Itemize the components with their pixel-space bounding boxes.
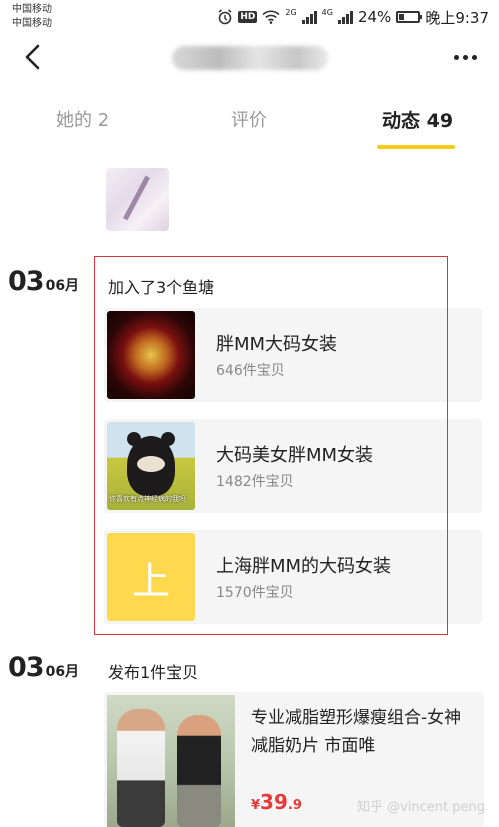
product-title: 专业减脂塑形爆瘦组合-女神减脂奶片 市面唯	[251, 708, 462, 756]
status-bar: 中国移动 中国移动 HD 2G 4G 24% 晚上9:37	[0, 0, 499, 34]
blurred-username	[172, 46, 328, 70]
profile-tabs: 她的 2 评价 动态 49	[0, 96, 499, 156]
highlight-box	[94, 256, 448, 635]
battery-percent: 24%	[357, 8, 392, 26]
feed-date: 03 06月	[8, 266, 79, 297]
alarm-icon	[217, 9, 233, 25]
hd-icon: HD	[238, 11, 258, 23]
active-tab-indicator	[377, 145, 455, 149]
back-button[interactable]	[18, 40, 48, 74]
date-month: 06月	[45, 664, 80, 680]
clock: 晚上9:37	[425, 8, 489, 27]
feed-date: 03 06月	[8, 652, 79, 683]
tab-activity[interactable]: 动态 49	[382, 106, 453, 133]
more-dots-icon	[453, 54, 459, 60]
wifi-icon	[262, 10, 280, 24]
watermark: 知乎 @vincent peng	[356, 800, 485, 815]
tab-reviews[interactable]: 评价	[231, 106, 267, 132]
battery-icon	[396, 11, 423, 23]
carrier-label-2: 中国移动	[12, 18, 52, 29]
more-button[interactable]	[447, 40, 483, 74]
product-image	[107, 695, 235, 827]
date-month: 06月	[45, 278, 80, 294]
title-bar	[0, 34, 499, 82]
date-day: 03	[8, 266, 45, 297]
carrier-label: 中国移动	[12, 4, 52, 15]
signal-bars-icon-2	[337, 10, 353, 24]
status-icons: HD 2G 4G 24% 晚上9:37	[217, 7, 489, 27]
network-type-label-2: 4G	[321, 7, 333, 17]
network-type-label: 2G	[285, 7, 297, 17]
activity-title: 发布1件宝贝	[108, 663, 199, 682]
previous-item-thumbnail[interactable]	[106, 168, 169, 231]
signal-bars-icon	[301, 10, 317, 24]
tab-hers[interactable]: 她的 2	[56, 106, 109, 132]
product-price: ¥39.9	[251, 790, 302, 814]
date-day: 03	[8, 652, 45, 683]
chevron-left-icon	[25, 44, 40, 70]
